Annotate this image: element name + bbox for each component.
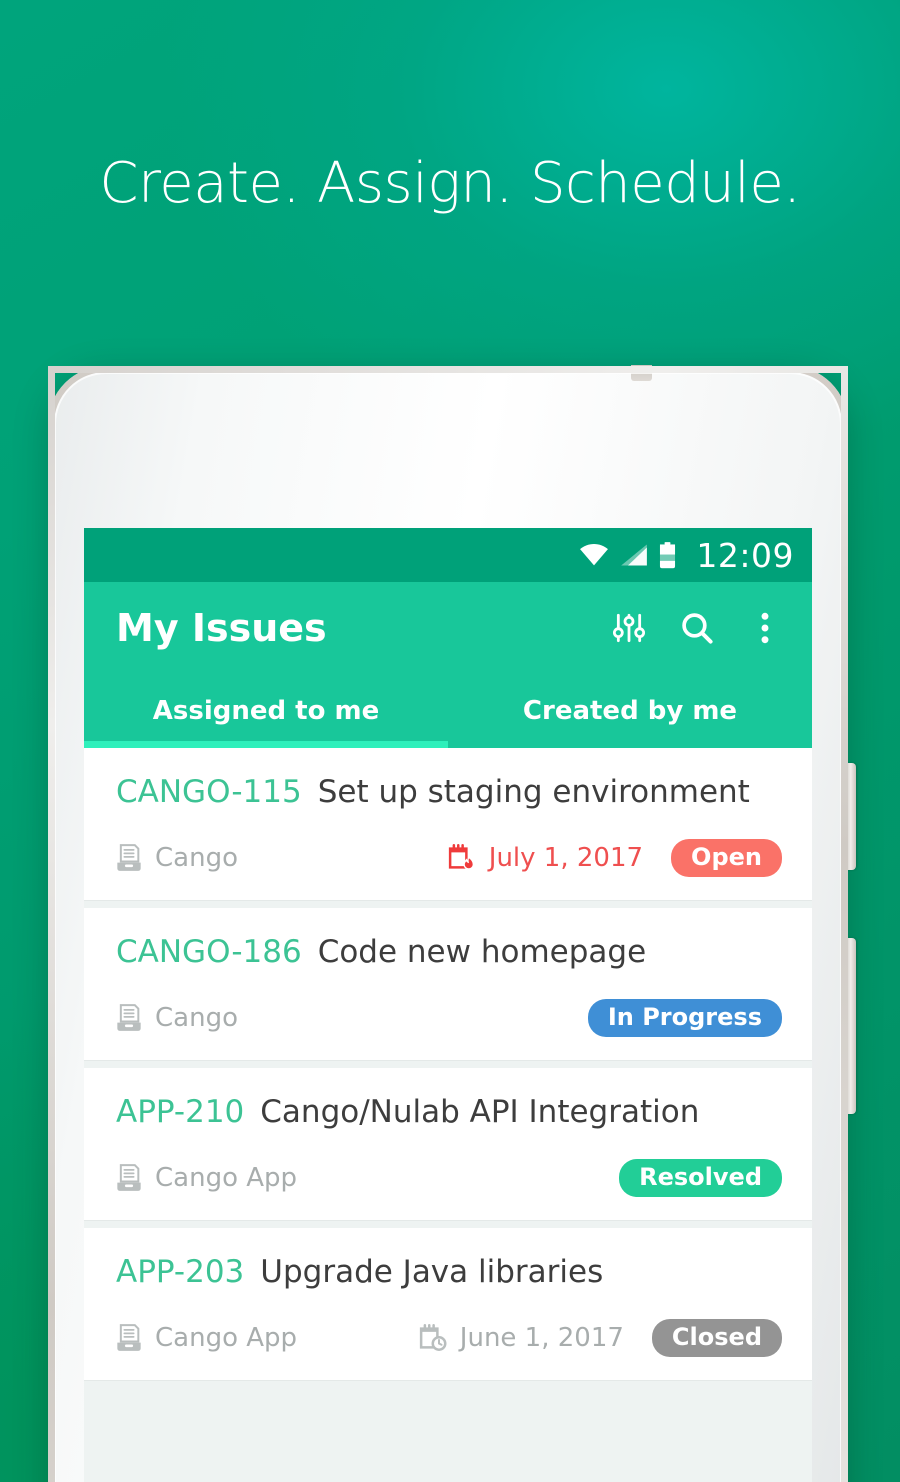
issue-summary: Set up staging environment (317, 774, 750, 810)
issue-list-item[interactable]: CANGO-186 Code new homepage Cango In Pro… (84, 908, 812, 1060)
due-date-text: July 1, 2017 (488, 843, 644, 873)
project-name: Cango (155, 843, 238, 873)
overflow-menu-icon (761, 612, 769, 644)
antenna-nub (631, 365, 652, 381)
phone-device-frame: 12:09 My Issues Assigned to me Created b… (48, 365, 856, 1482)
issue-headline: CANGO-115 Set up staging environment (116, 774, 782, 810)
tab-active-indicator (84, 741, 448, 748)
issue-headline: APP-210 Cango/Nulab API Integration (116, 1094, 782, 1130)
overflow-menu-button[interactable] (744, 607, 786, 649)
issue-list-item[interactable]: APP-210 Cango/Nulab API Integration Cang… (84, 1068, 812, 1220)
status-badge: Closed (651, 1319, 782, 1357)
status-badge: In Progress (587, 999, 782, 1037)
issue-headline: CANGO-186 Code new homepage (116, 934, 782, 970)
issue-project: Cango App (116, 1323, 418, 1353)
issue-meta: Cango In Progress (116, 996, 782, 1040)
status-badge: Resolved (619, 1159, 782, 1197)
status-icons: 12:09 (579, 536, 794, 575)
status-badge: Open (671, 839, 782, 877)
app-bar: My Issues (84, 582, 812, 674)
issue-meta: Cango App June 1, 2017 Closed (116, 1316, 782, 1360)
volume-button[interactable] (847, 763, 856, 870)
power-button[interactable] (847, 938, 856, 1114)
issue-summary: Code new homepage (317, 934, 647, 970)
page-title: My Issues (116, 606, 327, 650)
issue-key: APP-203 (116, 1254, 245, 1290)
issue-list-item[interactable]: CANGO-115 Set up staging environment Can… (84, 748, 812, 900)
status-bar: 12:09 (84, 528, 812, 582)
promo-headline: Create. Assign. Schedule. (99, 151, 801, 216)
issue-project: Cango (116, 1003, 588, 1033)
phone-screen: 12:09 My Issues Assigned to me Created b… (84, 528, 812, 1482)
issue-due-date: June 1, 2017 (418, 1323, 624, 1353)
project-archive-icon (117, 844, 141, 871)
calendar-overdue-fire-icon (448, 843, 474, 870)
search-button[interactable] (676, 607, 718, 649)
search-icon (682, 613, 713, 644)
filter-icon (613, 613, 645, 643)
issue-due-date: July 1, 2017 (447, 843, 643, 873)
issue-key: APP-210 (116, 1094, 245, 1130)
issue-list-item[interactable]: APP-203 Upgrade Java libraries Cango App… (84, 1228, 812, 1380)
project-name: Cango (155, 1003, 238, 1033)
issue-project: Cango App (116, 1163, 619, 1193)
promo-screenshot: Create. Assign. Schedule. 12:09 My Issue… (0, 0, 900, 1482)
tab-bar: Assigned to me Created by me (84, 674, 812, 748)
issue-headline: APP-203 Upgrade Java libraries (116, 1254, 782, 1290)
filter-button[interactable] (608, 607, 650, 649)
cellular-signal-icon (621, 544, 648, 566)
issue-summary: Upgrade Java libraries (260, 1254, 604, 1290)
project-name: Cango App (155, 1323, 298, 1353)
tab-assigned-to-me[interactable]: Assigned to me (84, 674, 448, 748)
project-archive-icon (117, 1004, 141, 1031)
due-date-text: June 1, 2017 (459, 1323, 624, 1353)
wifi-icon (580, 544, 609, 566)
status-bar-clock: 12:09 (696, 535, 794, 575)
issue-meta: Cango July 1, 2017 Open (116, 836, 782, 880)
calendar-clock-icon (419, 1323, 447, 1351)
battery-icon (660, 541, 676, 568)
issue-key: CANGO-115 (116, 774, 302, 810)
project-archive-icon (117, 1324, 141, 1351)
issue-summary: Cango/Nulab API Integration (260, 1094, 700, 1130)
project-name: Cango App (155, 1163, 298, 1193)
tab-created-by-me[interactable]: Created by me (448, 674, 812, 748)
project-archive-icon (117, 1164, 141, 1191)
issue-list[interactable]: CANGO-115 Set up staging environment Can… (84, 748, 812, 1482)
issue-project: Cango (116, 843, 447, 873)
list-bottom-spacer (84, 1388, 812, 1396)
issue-meta: Cango App Resolved (116, 1156, 782, 1200)
issue-key: CANGO-186 (116, 934, 302, 970)
app-bar-actions (608, 607, 786, 649)
